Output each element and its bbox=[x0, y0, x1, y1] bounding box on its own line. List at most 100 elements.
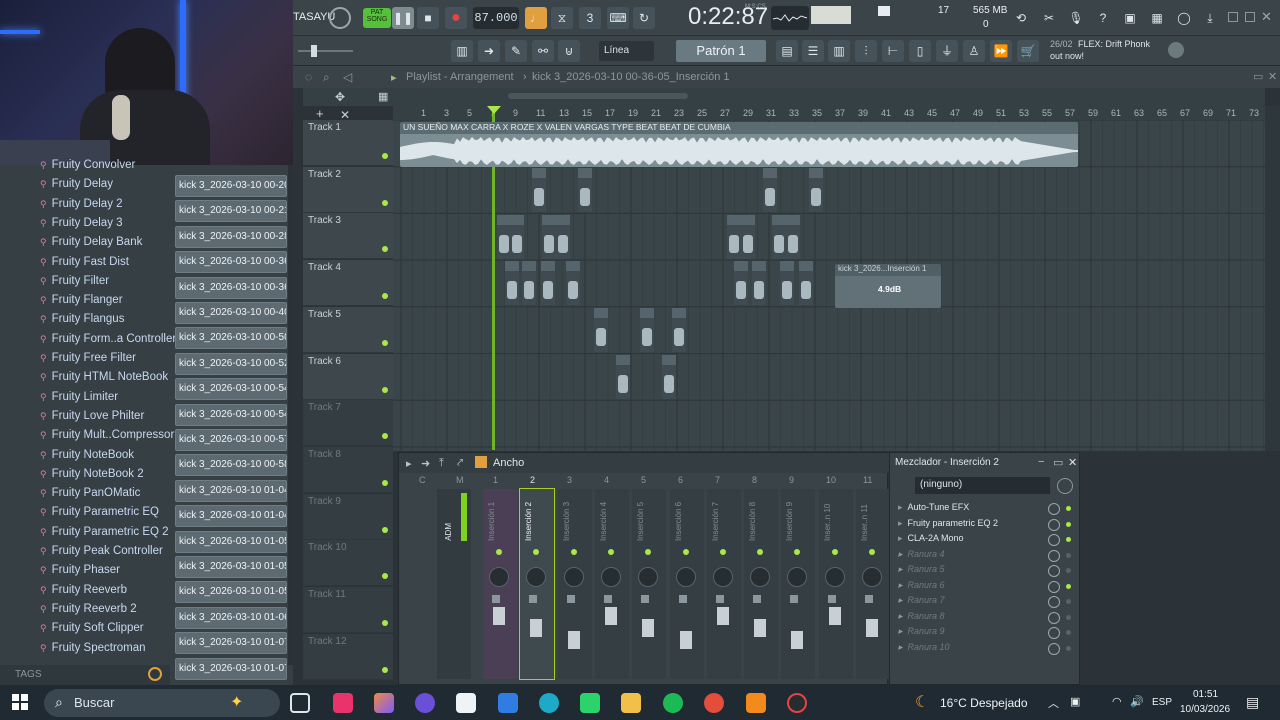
audio-file-item[interactable]: kick 3_2026-03-10 00-21... bbox=[175, 200, 287, 223]
timeline-ruler[interactable]: 1357911131517192123252729313335373941434… bbox=[393, 106, 1280, 120]
track-active-led[interactable] bbox=[382, 620, 388, 626]
audio-clip[interactable] bbox=[522, 261, 536, 305]
stereo-knob[interactable] bbox=[641, 595, 650, 603]
insert-led[interactable] bbox=[831, 549, 838, 555]
copilot-sparkle-icon[interactable]: ✦ bbox=[230, 692, 243, 712]
notification-icon[interactable]: ▤ bbox=[1246, 694, 1259, 711]
audio-clip[interactable] bbox=[672, 308, 686, 352]
track-active-led[interactable] bbox=[382, 246, 388, 253]
copilot-icon[interactable] bbox=[374, 693, 394, 713]
browser-scrollbar[interactable] bbox=[288, 165, 293, 665]
record-audio-button[interactable]: 🎙 bbox=[1065, 7, 1087, 29]
store-button[interactable]: 🛒 bbox=[1017, 40, 1039, 62]
audio-clip[interactable] bbox=[752, 261, 766, 305]
audio-clip[interactable] bbox=[578, 168, 592, 212]
pan-knob[interactable] bbox=[824, 567, 845, 587]
plugin-item[interactable]: ⚲ Fruity Delay bbox=[40, 178, 113, 197]
fader-handle[interactable] bbox=[828, 607, 841, 625]
mixer-insert-strip[interactable]: Inser..n 10 bbox=[818, 489, 853, 679]
effect-slot[interactable]: ▸ Fruity parametric EQ 2 bbox=[898, 518, 1048, 532]
selected-audio-clip[interactable]: kick 3_2026...Inserción 1 4.9dB bbox=[835, 264, 941, 308]
playhead-marker-icon[interactable] bbox=[487, 106, 501, 114]
audio-file-item[interactable]: kick 3_2026-03-10 01-05... bbox=[175, 581, 287, 604]
minimize-button[interactable] bbox=[1228, 12, 1238, 22]
plugin-item[interactable]: ⚲ Fruity Parametric EQ bbox=[40, 506, 159, 525]
audio-clip[interactable] bbox=[566, 261, 580, 305]
audio-file-item[interactable]: kick 3_2026-03-10 00-57... bbox=[175, 429, 287, 451]
tags-bar[interactable]: TAGS bbox=[0, 665, 170, 685]
chrome-icon[interactable] bbox=[704, 693, 724, 713]
track-header[interactable]: Track 1 bbox=[303, 120, 393, 166]
insert-led[interactable] bbox=[869, 549, 875, 555]
capcut-icon[interactable] bbox=[333, 693, 353, 713]
speaker-icon[interactable]: ◁ bbox=[343, 70, 352, 84]
stereo-knob[interactable] bbox=[678, 595, 687, 603]
audio-file-item[interactable]: kick 3_2026-03-10 01-04... bbox=[175, 479, 287, 502]
brush-button[interactable]: ✎ bbox=[505, 40, 527, 62]
track-header[interactable]: Track 5 bbox=[303, 306, 393, 353]
kick-icon[interactable] bbox=[580, 693, 600, 713]
tray-volume-icon[interactable]: 🔊 bbox=[1130, 695, 1144, 708]
stereo-knob[interactable] bbox=[865, 595, 873, 603]
taskbar-search[interactable]: Buscar bbox=[44, 689, 280, 717]
plugin-item[interactable]: ⚲ Fruity Delay 2 bbox=[40, 198, 123, 217]
routing-selector[interactable]: (ninguno) bbox=[915, 477, 1050, 494]
insert-led[interactable] bbox=[719, 549, 726, 555]
effect-slot[interactable]: ▸ Ranura 6 bbox=[898, 580, 1048, 594]
pan-knob[interactable] bbox=[563, 567, 584, 587]
audio-clip[interactable] bbox=[542, 215, 556, 259]
horizontal-scroll[interactable] bbox=[508, 93, 688, 99]
master-pitch-slider[interactable] bbox=[298, 50, 353, 52]
audio-clip[interactable] bbox=[594, 308, 608, 352]
track-header[interactable]: Track 11 bbox=[303, 587, 393, 633]
news-globe-icon[interactable] bbox=[1168, 42, 1184, 58]
track-header[interactable]: Track 6 bbox=[303, 353, 393, 400]
pan-knob[interactable] bbox=[638, 567, 659, 587]
fader-handle[interactable] bbox=[791, 631, 804, 649]
slot-enable-led[interactable] bbox=[1066, 583, 1071, 589]
tray-network-icon[interactable]: ▣ bbox=[1070, 695, 1080, 708]
slot-mix-knob[interactable] bbox=[1048, 580, 1060, 593]
insert-led[interactable] bbox=[645, 549, 652, 555]
track-active-led[interactable] bbox=[382, 339, 388, 346]
language-indicator[interactable]: ESP bbox=[1152, 697, 1172, 708]
plugin-item[interactable]: ⚲ Fruity Fast Dist bbox=[40, 256, 129, 275]
plugin-item[interactable]: ⚲ Fruity Peak Controller bbox=[40, 545, 163, 564]
audio-clip[interactable] bbox=[809, 168, 823, 212]
piano-roll-button[interactable]: ▥ bbox=[451, 40, 473, 62]
tempo-tap-button[interactable]: ⏩ bbox=[990, 40, 1012, 62]
audio-file-item[interactable]: kick 3_2026-03-10 00-36... bbox=[175, 251, 287, 274]
edge-icon[interactable] bbox=[539, 693, 559, 713]
audio-file-item[interactable]: kick 3_2026-03-10 00-40... bbox=[175, 302, 287, 324]
audio-clip-main[interactable]: UN SUEÑO MAX CARRA X ROZE X VALEN VARGAS… bbox=[400, 122, 1078, 167]
track-header[interactable]: Track 9 bbox=[303, 493, 393, 540]
expand-icon[interactable]: ✥ bbox=[335, 90, 345, 104]
fader-handle[interactable] bbox=[493, 607, 505, 625]
slot-enable-led[interactable] bbox=[1066, 645, 1071, 651]
playlist-button[interactable]: ▤ bbox=[776, 40, 798, 62]
fader-handle[interactable] bbox=[716, 607, 729, 625]
stereo-knob[interactable] bbox=[790, 595, 799, 603]
plugin-item[interactable]: ⚲ Fruity Flangus bbox=[40, 313, 124, 332]
tray-chevron-icon[interactable]: ︿ bbox=[1048, 695, 1059, 711]
channel-rack-button[interactable]: ☰ bbox=[802, 40, 824, 62]
mixer-insert-strip[interactable]: Inser..n 11 bbox=[856, 489, 890, 679]
weather-text[interactable]: 16°C Despejado bbox=[940, 696, 1028, 710]
plugin-item[interactable]: ⚲ Fruity Free Filter bbox=[40, 352, 136, 371]
fader-handle[interactable] bbox=[642, 619, 655, 637]
insert-led[interactable] bbox=[757, 549, 764, 555]
mixer-arrow-icon[interactable]: ➜ bbox=[421, 457, 430, 470]
plugin-item[interactable]: ⚲ Fruity HTML NoteBook bbox=[40, 371, 168, 390]
fader-handle[interactable] bbox=[679, 631, 692, 649]
slot-enable-led[interactable] bbox=[1066, 630, 1071, 635]
audio-clip[interactable] bbox=[727, 215, 741, 259]
panel-maximize-button[interactable]: ▭ bbox=[1053, 456, 1063, 469]
slot-enable-led[interactable] bbox=[1066, 521, 1071, 527]
plugin-item[interactable]: ⚲ Fruity Convolver bbox=[40, 159, 135, 178]
mixer-button[interactable]: ⫶ bbox=[855, 40, 877, 62]
mixer-upload-icon[interactable]: ⤒ bbox=[439, 457, 444, 470]
playlist-vscroll[interactable] bbox=[1265, 106, 1280, 451]
audio-file-item[interactable]: kick 3_2026-03-10 00-50... bbox=[175, 327, 287, 350]
link-button[interactable]: ⚯ bbox=[532, 40, 554, 62]
audio-file-item[interactable]: kick 3_2026-03-10 01-06... bbox=[175, 606, 287, 629]
